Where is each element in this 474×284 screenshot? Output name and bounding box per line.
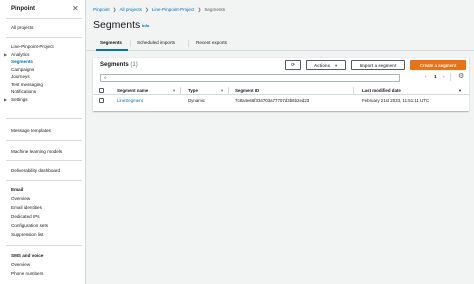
- sidebar-item-all-projects[interactable]: All projects: [11, 25, 33, 30]
- sidebar-group-sms-voice: SMS and voice: [11, 253, 44, 258]
- tab-segments[interactable]: Segments: [100, 40, 122, 45]
- table-row[interactable]: LineSegment Dynamic 7c8a4e66f334703a7770…: [93, 96, 469, 105]
- divider: [6, 180, 82, 181]
- divider: [450, 73, 451, 81]
- caret-down-icon: ▼: [334, 62, 339, 68]
- tab-scheduled-imports[interactable]: Scheduled imports: [137, 40, 175, 45]
- side-navigation: Pinpoint ✕ All projects Line-Pinpoint-Pr…: [0, 0, 86, 284]
- info-link[interactable]: Info: [142, 23, 149, 28]
- sort-icon[interactable]: ▼: [220, 88, 224, 93]
- actions-label: Actions: [313, 62, 331, 68]
- sidebar-item-ml-models[interactable]: Machine learning models: [11, 149, 62, 154]
- table-header: Segment name ▼ Type ▼ Segment ID Last mo…: [93, 86, 469, 95]
- breadcrumb-pinpoint[interactable]: Pinpoint: [93, 7, 110, 12]
- sidebar-item-suppression-list[interactable]: Suppression list: [11, 232, 43, 237]
- tab-bar: Segments Scheduled imports Recent export…: [86, 37, 474, 51]
- col-segment-id[interactable]: Segment ID: [235, 88, 259, 93]
- search-input[interactable]: [111, 75, 396, 81]
- select-all-checkbox[interactable]: [99, 88, 104, 93]
- caret-right-icon[interactable]: ▶: [4, 97, 7, 102]
- tab-divider: [188, 40, 189, 47]
- close-icon[interactable]: ✕: [72, 4, 79, 13]
- divider: [6, 118, 82, 119]
- sidebar-item-email-identities[interactable]: Email identities: [11, 205, 42, 210]
- sidebar-item-phone-numbers[interactable]: Phone numbers: [11, 271, 43, 276]
- sidebar-item-segments[interactable]: Segments: [11, 59, 33, 64]
- segment-name-link[interactable]: LineSegment: [117, 98, 143, 103]
- actions-button[interactable]: Actions ▼: [306, 60, 346, 70]
- divider: [6, 18, 82, 19]
- segment-count: (1): [130, 62, 138, 68]
- create-segment-label: Create a segment: [419, 62, 457, 68]
- sidebar-item-analytics[interactable]: Analytics: [11, 52, 29, 57]
- sidebar-item-notifications[interactable]: Notifications: [11, 89, 36, 94]
- next-page-icon[interactable]: ›: [443, 74, 445, 79]
- active-tab-indicator: [96, 49, 128, 51]
- panel-title-text: Segments: [100, 62, 129, 68]
- column-divider[interactable]: [228, 87, 229, 94]
- sidebar-item-email-overview[interactable]: Overview: [11, 196, 30, 201]
- prev-page-icon[interactable]: ‹: [425, 74, 427, 79]
- segments-panel: Segments (1) ⟳ Actions ▼ Import a segment…: [93, 57, 469, 111]
- main-content: Pinpoint ❯ All projects ❯ Line-Pinpoint-Proj…: [86, 0, 474, 284]
- divider: [6, 160, 82, 161]
- segment-modified-date: February 21st 2023, 11:51:11 UTC: [362, 98, 430, 103]
- sidebar-item-sms-overview[interactable]: Overview: [11, 262, 30, 267]
- sidebar-item-test-messaging[interactable]: Test messaging: [11, 82, 43, 87]
- sort-icon[interactable]: ▼: [172, 88, 176, 93]
- sidebar-item-configuration-sets[interactable]: Configuration sets: [11, 223, 48, 228]
- search-field[interactable]: ⌕: [100, 74, 400, 82]
- segment-id: 7c8a4e66f334703a77707d3b6b2ed23: [235, 98, 310, 103]
- divider: [6, 245, 82, 246]
- sidebar-item-journeys[interactable]: Journeys: [11, 74, 30, 79]
- import-segment-label: Import a segment: [359, 62, 397, 68]
- sidebar-item-settings[interactable]: Settings: [11, 97, 28, 102]
- refresh-icon: ⟳: [291, 62, 295, 67]
- segment-type: Dynamic: [188, 98, 206, 103]
- sidebar-group-email: Email: [11, 187, 24, 192]
- import-segment-button[interactable]: Import a segment: [351, 60, 405, 70]
- chevron-right-icon: ❯: [197, 7, 202, 12]
- breadcrumb-all-projects[interactable]: All projects: [119, 7, 141, 12]
- search-icon: ⌕: [104, 75, 107, 81]
- breadcrumb-project[interactable]: Line-Pinpoint-Project: [152, 7, 195, 12]
- col-type[interactable]: Type: [188, 88, 198, 93]
- sort-down-icon[interactable]: ▼: [458, 88, 462, 93]
- sidebar-item-message-templates[interactable]: Message templates: [11, 128, 51, 133]
- breadcrumb: Pinpoint ❯ All projects ❯ Line-Pinpoint-Proj…: [93, 7, 225, 13]
- divider: [6, 37, 82, 38]
- col-last-modified[interactable]: Last modified date: [362, 88, 401, 93]
- tab-recent-exports[interactable]: Recent exports: [196, 40, 227, 45]
- sidebar-item-campaigns[interactable]: Campaigns: [11, 67, 34, 72]
- chevron-right-icon: ❯: [112, 7, 117, 12]
- sidebar-project-name[interactable]: Line-Pinpoint-Project: [11, 44, 54, 49]
- divider: [6, 140, 82, 141]
- sidebar-item-deliverability[interactable]: Deliverability dashboard: [11, 168, 60, 173]
- refresh-button[interactable]: ⟳: [285, 60, 301, 70]
- column-divider[interactable]: [180, 87, 181, 94]
- col-segment-name[interactable]: Segment name: [117, 88, 148, 93]
- create-segment-button[interactable]: Create a segment: [410, 60, 466, 70]
- tab-divider: [130, 40, 131, 47]
- column-divider[interactable]: [353, 87, 354, 94]
- sidebar-item-dedicated-ips[interactable]: Dedicated IPs: [11, 214, 40, 219]
- breadcrumb-current: Segments: [204, 7, 225, 12]
- gear-icon[interactable]: ⚙: [458, 72, 464, 80]
- page-title: Segments: [93, 19, 141, 31]
- sidebar-title: Pinpoint: [11, 6, 35, 12]
- page-number[interactable]: 1: [434, 74, 437, 79]
- panel-title: Segments (1): [100, 62, 138, 68]
- chevron-right-icon: ❯: [144, 7, 149, 12]
- row-checkbox[interactable]: [99, 98, 104, 103]
- caret-right-icon[interactable]: ▶: [4, 52, 7, 57]
